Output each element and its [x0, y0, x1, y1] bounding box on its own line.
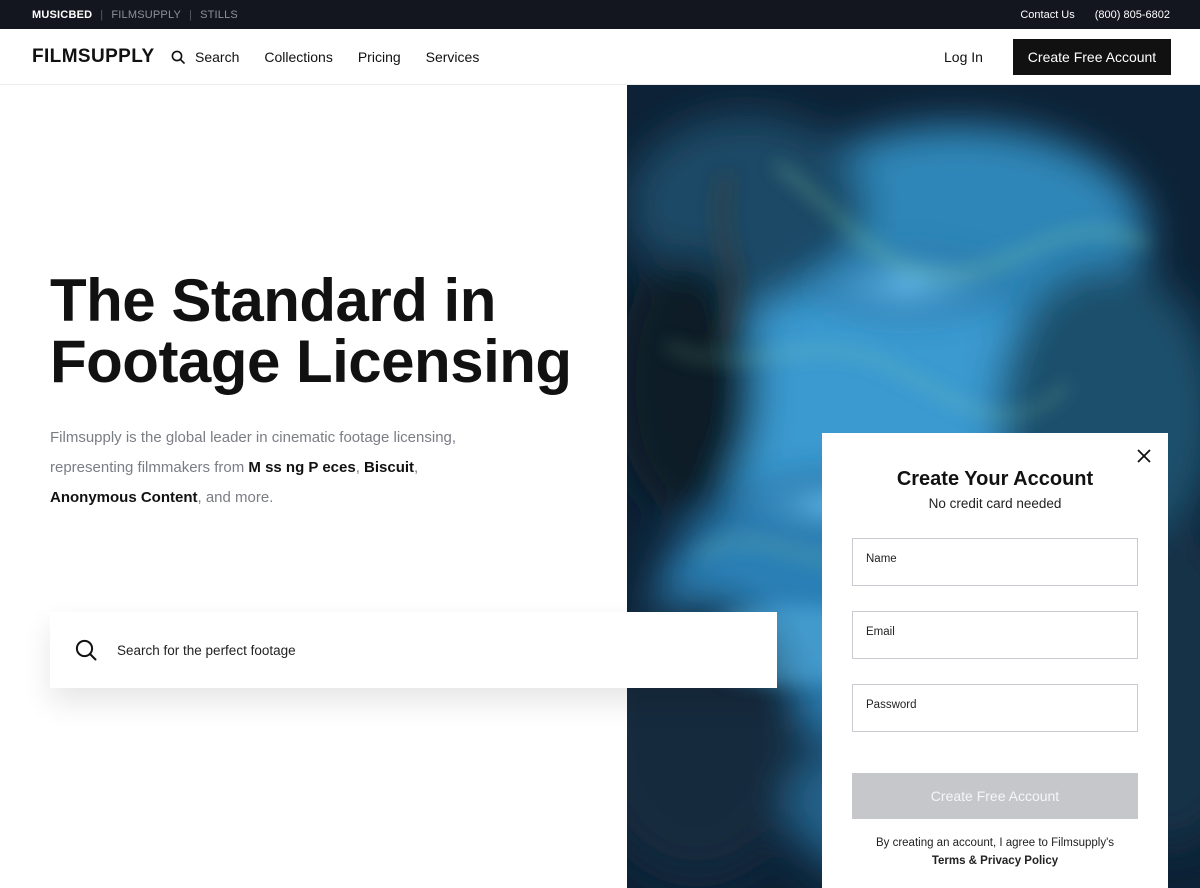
- hero-description: Filmsupply is the global leader in cinem…: [50, 423, 470, 513]
- close-icon[interactable]: [1136, 448, 1152, 464]
- hero-headline-line1: The Standard in: [50, 267, 496, 334]
- login-link[interactable]: Log In: [944, 29, 983, 85]
- brand-link-filmsupply[interactable]: FILMSUPPLY: [111, 9, 181, 21]
- nav-links: Search Collections Pricing Services: [171, 29, 504, 85]
- hero-headline: The Standard in Footage Licensing: [50, 270, 610, 392]
- site-logo[interactable]: FILMSUPPLY: [32, 29, 155, 85]
- email-field-label: Email: [866, 626, 895, 638]
- hero-brand-biscuit: Biscuit: [364, 459, 415, 476]
- utility-links: Contact Us (800) 805-6802: [1020, 0, 1170, 29]
- create-account-button[interactable]: Create Free Account: [1013, 39, 1171, 75]
- search-placeholder: Search for the perfect footage: [117, 642, 296, 658]
- password-field[interactable]: Password: [852, 684, 1138, 732]
- brand-switcher: MUSICBED | FILMSUPPLY | STILLS: [32, 0, 238, 29]
- brand-link-musicbed[interactable]: MUSICBED: [32, 9, 92, 21]
- submit-create-account-button[interactable]: Create Free Account: [852, 773, 1138, 819]
- nav-services[interactable]: Services: [426, 49, 480, 65]
- brand-separator: |: [100, 8, 104, 21]
- name-field-label: Name: [866, 553, 897, 565]
- nav-search-label: Search: [195, 49, 240, 65]
- hero-desc-comma: ,: [414, 459, 419, 476]
- modal-title: Create Your Account: [896, 468, 1094, 490]
- hero-brand-anonymous-content: Anonymous Content: [50, 489, 198, 506]
- hero-headline-line2: Footage Licensing: [50, 328, 572, 395]
- signup-modal: Create Your Account No credit card neede…: [822, 433, 1168, 888]
- nav-collections[interactable]: Collections: [264, 49, 332, 65]
- hero-brand-missing-pieces: M ss ng P eces: [248, 459, 356, 476]
- main-nav: FILMSUPPLY Search Collections Pricing Se…: [0, 29, 1200, 85]
- hero-desc-tail: , and more.: [197, 489, 274, 506]
- legal-text: By creating an account, I agree to Films…: [875, 837, 1115, 849]
- email-field[interactable]: Email: [852, 611, 1138, 659]
- hero-desc-comma: ,: [355, 459, 360, 476]
- name-field[interactable]: Name: [852, 538, 1138, 586]
- password-field-label: Password: [866, 699, 917, 711]
- brand-link-stills[interactable]: STILLS: [200, 9, 238, 21]
- nav-pricing[interactable]: Pricing: [358, 49, 401, 65]
- brand-separator: |: [189, 8, 193, 21]
- footage-search-input[interactable]: Search for the perfect footage: [50, 612, 777, 688]
- search-icon: [171, 50, 185, 64]
- search-icon: [75, 639, 97, 661]
- phone-link[interactable]: (800) 805-6802: [1095, 9, 1170, 21]
- terms-privacy-link[interactable]: Terms & Privacy Policy: [822, 852, 1168, 870]
- modal-subtitle: No credit card needed: [928, 496, 1062, 511]
- contact-us-link[interactable]: Contact Us: [1020, 9, 1074, 21]
- legal-notice: By creating an account, I agree to Films…: [822, 834, 1168, 870]
- nav-search[interactable]: Search: [171, 49, 239, 65]
- utility-bar: MUSICBED | FILMSUPPLY | STILLS Contact U…: [0, 0, 1200, 29]
